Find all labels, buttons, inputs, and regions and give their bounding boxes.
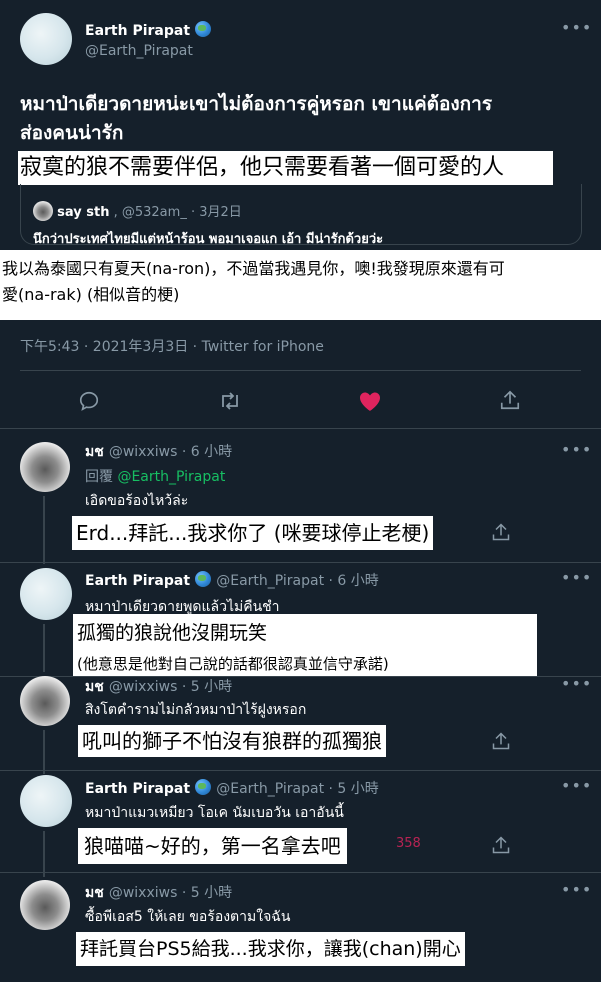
- watermark-number: 358: [396, 836, 421, 851]
- reply-header: มช @wixxiws · 6 小時: [85, 441, 232, 463]
- author-handle[interactable]: @wixxiws · 5 小時: [109, 885, 232, 901]
- tweet-text: หมาป่าเดียวดายหน่ะเขาไม่ต้องการคู่หรอก เ…: [20, 93, 493, 144]
- more-options-icon[interactable]: •••: [561, 568, 592, 587]
- reply-to-line: 回覆 @Earth_Pirapat: [85, 466, 225, 486]
- share-icon[interactable]: [491, 522, 511, 542]
- author-name[interactable]: Earth Pirapat: [85, 23, 190, 39]
- more-options-icon[interactable]: •••: [561, 674, 592, 693]
- thread-line: [43, 624, 45, 672]
- translation-caption: Erd...拜託...我求你了 (咪要球停止老梗): [72, 516, 434, 550]
- quoted-author-name: say sth: [57, 205, 110, 220]
- reply-text: หมาป่าแมวเหมียว โอเค นัมเบอวัน เอาอันนี้: [85, 805, 344, 821]
- quoted-text: นึกว่าประเทศไทยมีแต่หน้าร้อน พอมาเจอแก เ…: [33, 232, 384, 247]
- translation-caption: 拜託買台PS5給我...我求你，讓我(chan)開心: [76, 932, 465, 966]
- heart-icon[interactable]: [358, 390, 382, 412]
- translation-caption: 寂寞的狼不需要伴侶，他只需要看著一個可愛的人: [18, 151, 553, 185]
- divider: [0, 872, 601, 873]
- thread-line: [43, 831, 45, 877]
- share-icon[interactable]: [491, 731, 511, 751]
- quoted-author: say sth , @532am_ · 3月2日: [33, 201, 242, 221]
- reply-header: Earth Pirapat @Earth_Pirapat · 6 小時: [85, 570, 379, 590]
- reply-header: มช @wixxiws · 5 小時: [85, 676, 232, 698]
- quoted-avatar: [33, 201, 53, 221]
- quote-translation-caption: 我以為泰國只有夏天(na-ron)，不過當我遇見你，噢!我發現原來還有可 愛(n…: [0, 250, 601, 320]
- avatar[interactable]: [20, 442, 70, 492]
- reply-text: เอิดขอร้องไหว้ล่ะ: [85, 493, 189, 509]
- reply-to-handle[interactable]: @Earth_Pirapat: [117, 469, 225, 485]
- globe-emoji-icon: [195, 21, 212, 37]
- divider: [0, 428, 601, 429]
- author-handle[interactable]: @wixxiws · 5 小時: [109, 679, 232, 695]
- reply-icon[interactable]: [78, 390, 100, 412]
- tweet-timestamp[interactable]: 下午5:43 · 2021年3月3日 · Twitter for iPhone: [20, 336, 324, 356]
- author-name[interactable]: มช: [85, 444, 104, 460]
- author-name[interactable]: Earth Pirapat: [85, 781, 190, 797]
- author-handle[interactable]: @Earth_Pirapat · 5 小時: [216, 781, 379, 797]
- reply-text: สิงโตคำรามไม่กลัวหมาป่าไร้ฝูงหรอก: [85, 702, 307, 718]
- retweet-icon[interactable]: [218, 390, 242, 412]
- author-handle[interactable]: @Earth_Pirapat · 6 小時: [216, 573, 379, 589]
- divider: [20, 370, 581, 371]
- author-handle[interactable]: @wixxiws · 6 小時: [109, 444, 232, 460]
- avatar[interactable]: [20, 676, 70, 726]
- author-info: Earth Pirapat @Earth_Pirapat: [85, 20, 212, 59]
- divider: [0, 562, 601, 563]
- avatar[interactable]: [20, 880, 70, 930]
- share-icon[interactable]: [491, 835, 511, 855]
- more-options-icon[interactable]: •••: [561, 776, 592, 795]
- globe-emoji-icon: [195, 571, 212, 587]
- reply-text: ซื้อพีเอส5 ให้เลย ขอร้องตามใจฉัน: [85, 909, 291, 925]
- author-handle[interactable]: @Earth_Pirapat: [85, 43, 211, 59]
- translation-caption: 狼喵喵~好的，第一名拿去吧: [78, 828, 347, 864]
- reply-to-label: 回覆: [85, 469, 113, 485]
- share-icon[interactable]: [499, 389, 521, 411]
- more-options-icon[interactable]: •••: [561, 18, 592, 37]
- author-name[interactable]: มช: [85, 885, 104, 901]
- more-options-icon[interactable]: •••: [561, 880, 592, 899]
- reply-header: มช @wixxiws · 5 小時: [85, 882, 232, 904]
- thread-line: [43, 730, 45, 774]
- author-name[interactable]: มช: [85, 679, 104, 695]
- avatar[interactable]: [20, 13, 72, 65]
- thread-line: [43, 496, 45, 564]
- translation-caption: 吼叫的獅子不怕沒有狼群的孤獨狼: [78, 725, 386, 757]
- reply-header: Earth Pirapat @Earth_Pirapat · 5 小時: [85, 778, 379, 798]
- globe-emoji-icon: [195, 779, 212, 795]
- quoted-author-handle: , @532am_: [113, 205, 187, 220]
- more-options-icon[interactable]: •••: [561, 440, 592, 459]
- author-name[interactable]: Earth Pirapat: [85, 573, 190, 589]
- translation-note: (他意思是他對自己說的話都很認真並信守承諾): [73, 652, 537, 676]
- translation-caption: 孤獨的狼說他沒開玩笑: [73, 614, 537, 652]
- divider: [0, 770, 601, 771]
- avatar[interactable]: [20, 775, 72, 827]
- quoted-date: · 3月2日: [190, 205, 242, 220]
- avatar[interactable]: [20, 568, 72, 620]
